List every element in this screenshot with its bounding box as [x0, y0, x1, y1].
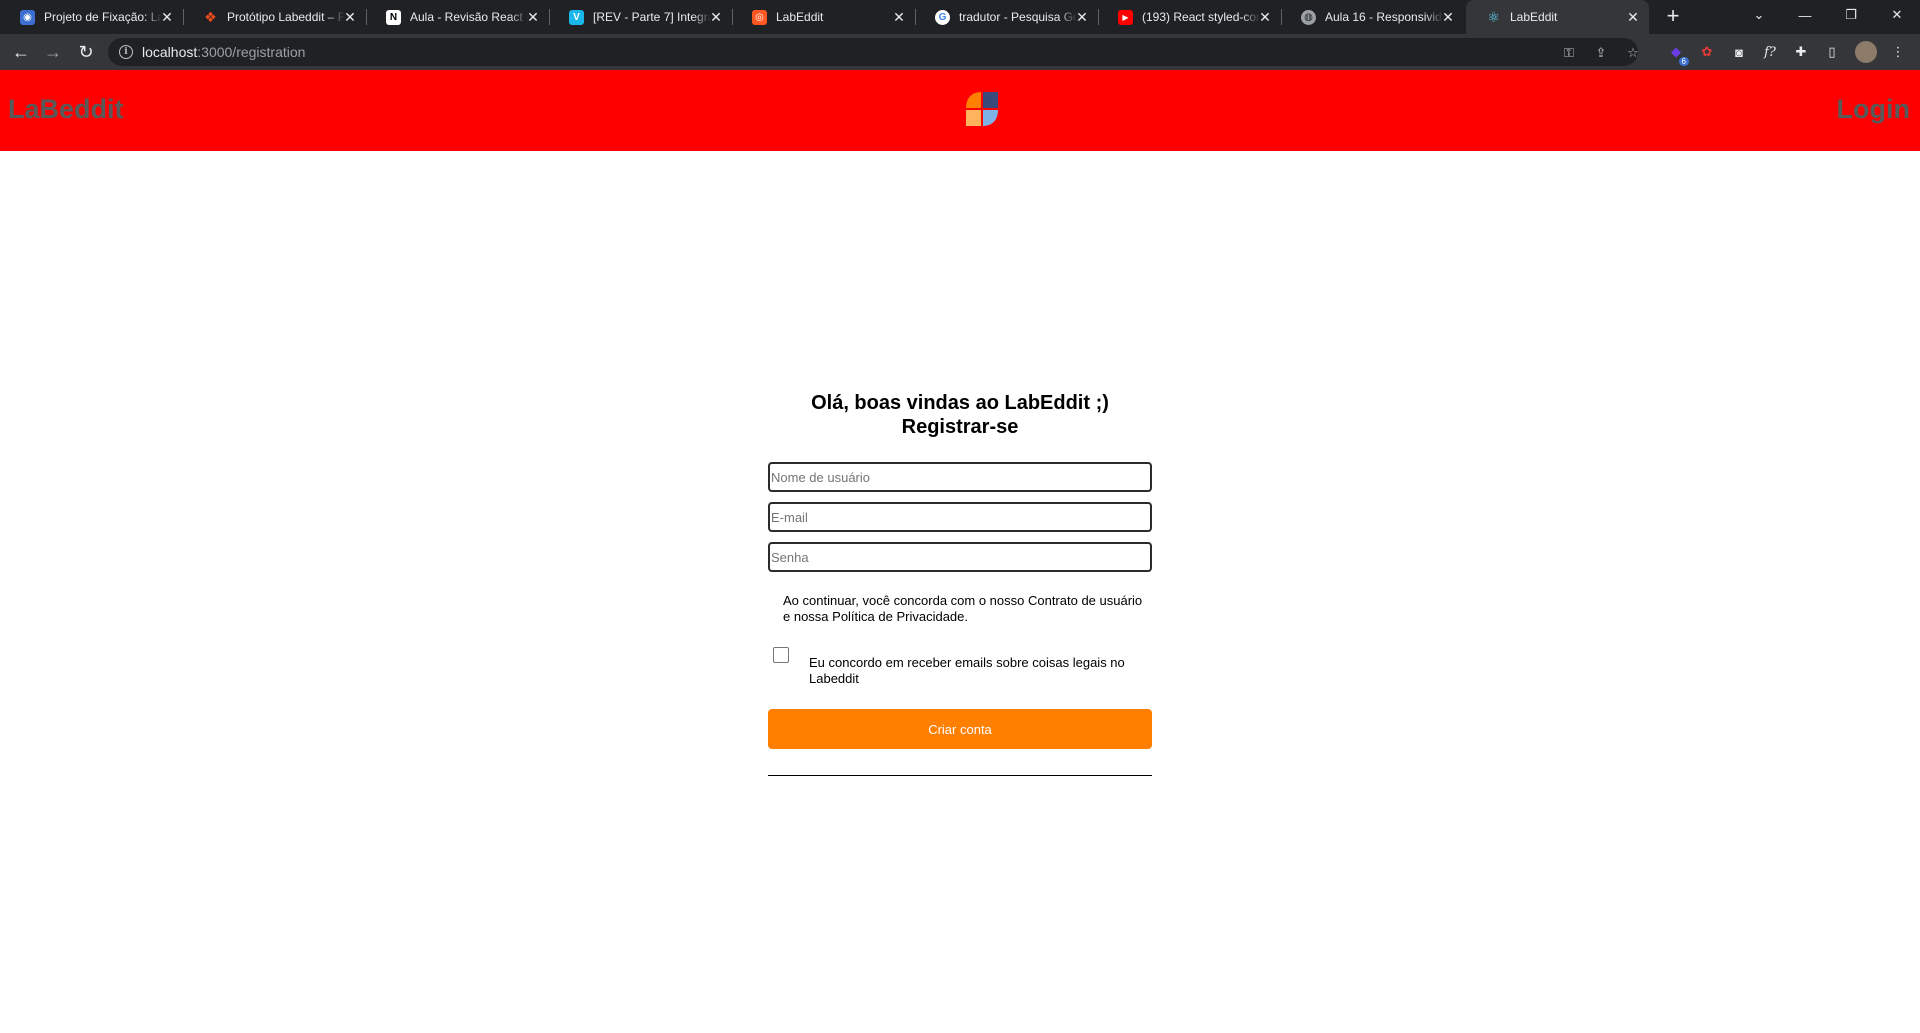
vimeo-icon: V	[569, 9, 584, 25]
share-icon[interactable]: ⇪	[1592, 44, 1610, 62]
password-input[interactable]	[768, 542, 1152, 572]
tab-title: Projeto de Fixação: LabEddit	[44, 10, 162, 24]
close-icon[interactable]: ✕	[342, 9, 358, 25]
labeddit-icon: ◎	[752, 9, 767, 25]
forward-icon[interactable]: →	[41, 40, 65, 64]
minimize-icon[interactable]: —	[1782, 0, 1828, 30]
tab-search-icon[interactable]: ⌄	[1736, 0, 1782, 30]
camera-icon[interactable]: ◙	[1729, 42, 1749, 62]
create-account-button[interactable]: Criar conta	[768, 709, 1152, 749]
close-icon[interactable]: ✕	[525, 9, 541, 25]
divider	[768, 775, 1152, 776]
globe-icon: ◍	[1301, 9, 1316, 25]
browser-tab[interactable]: ◉ Projeto de Fixação: LabEddit ✕	[0, 0, 184, 34]
browser-tab[interactable]: ❖ Protótipo Labeddit – Figma ✕	[183, 0, 367, 34]
register-heading: Registrar-se	[901, 416, 1019, 438]
page-content: LaBeddit Login Olá, boas vindas ao LabEd…	[0, 70, 1920, 1033]
close-icon[interactable]: ✕	[891, 9, 907, 25]
extension-badge: 6	[1678, 57, 1689, 66]
newsletter-checkbox[interactable]	[773, 647, 789, 663]
url-path: :3000/registration	[197, 44, 306, 60]
tab-title: LabEddit	[1510, 10, 1558, 24]
close-icon[interactable]: ✕	[1440, 9, 1456, 25]
browser-toolbar: ← → ↻ i localhost:3000/registration ⚿ ⇪ …	[0, 34, 1920, 70]
notion-icon: N	[386, 9, 401, 25]
browser-tab[interactable]: G tradutor - Pesquisa Google ✕	[915, 0, 1099, 34]
new-tab-button[interactable]: +	[1662, 5, 1684, 28]
newsletter-label[interactable]: Eu concordo em receber emails sobre cois…	[809, 655, 1144, 687]
browser-tab[interactable]: ◍ Aula 16 - Responsividade ✕	[1281, 0, 1464, 34]
site-header: LaBeddit Login	[0, 70, 1920, 151]
url-host: localhost	[142, 44, 198, 60]
restore-icon[interactable]: ❐	[1828, 0, 1874, 30]
back-icon[interactable]: ←	[9, 40, 33, 64]
font-finder-icon[interactable]: f?	[1760, 42, 1780, 62]
close-icon[interactable]: ✕	[1625, 9, 1641, 25]
puzzle-icon[interactable]: ✚	[1791, 42, 1811, 62]
tab-title: Aula - Revisão React II	[410, 10, 528, 24]
labenu-icon: ◉	[20, 9, 35, 25]
browser-tab[interactable]: N Aula - Revisão React II ✕	[366, 0, 550, 34]
browser-tab[interactable]: ◎ LabEddit ✕	[732, 0, 916, 34]
color-picker-icon[interactable]: ✿	[1697, 42, 1717, 62]
address-bar[interactable]: i localhost:3000/registration ⚿ ⇪ ☆	[108, 38, 1639, 66]
tab-title: tradutor - Pesquisa Google	[959, 10, 1077, 24]
close-icon[interactable]: ✕	[708, 9, 724, 25]
browser-tab[interactable]: V [REV - Parte 7] Integração ✕	[549, 0, 733, 34]
tab-title: Aula 16 - Responsividade	[1325, 10, 1443, 24]
welcome-heading: Olá, boas vindas ao LabEddit ;)	[811, 392, 1109, 414]
site-info-icon[interactable]: i	[119, 45, 133, 59]
tab-title: LabEddit	[776, 10, 824, 24]
extension-icon[interactable]: ◆ 6	[1666, 42, 1689, 66]
close-icon[interactable]: ✕	[159, 9, 175, 25]
terms-text: Ao continuar, você concorda com o nosso …	[783, 593, 1143, 624]
side-panel-icon[interactable]: ▯	[1822, 42, 1842, 62]
figma-icon: ❖	[204, 8, 217, 25]
brand-title[interactable]: LaBeddit	[8, 94, 124, 125]
window-close-icon[interactable]: ✕	[1874, 0, 1920, 30]
browser-tab[interactable]: ▶ (193) React styled-components ✕	[1098, 0, 1282, 34]
react-icon: ⚛	[1487, 8, 1500, 25]
tab-title: Protótipo Labeddit – Figma	[227, 10, 345, 24]
key-icon[interactable]: ⚿	[1560, 44, 1578, 62]
close-icon[interactable]: ✕	[1074, 9, 1090, 25]
menu-kebab-icon[interactable]: ⋮	[1888, 42, 1908, 62]
tab-title: (193) React styled-components	[1142, 10, 1260, 24]
form-title: Olá, boas vindas ao LabEddit ;) Registra…	[768, 391, 1152, 439]
youtube-icon: ▶	[1118, 9, 1133, 25]
tab-title: [REV - Parte 7] Integração	[593, 10, 711, 24]
bookmark-star-icon[interactable]: ☆	[1624, 44, 1642, 62]
username-input[interactable]	[768, 462, 1152, 492]
labeddit-logo	[966, 92, 998, 126]
browser-tab-active[interactable]: ⚛ LabEddit ✕	[1466, 0, 1649, 34]
google-icon: G	[935, 9, 950, 25]
close-icon[interactable]: ✕	[1257, 9, 1273, 25]
email-input[interactable]	[768, 502, 1152, 532]
login-link[interactable]: Login	[1837, 94, 1910, 125]
browser-tab-strip: ◉ Projeto de Fixação: LabEddit ✕ ❖ Protó…	[0, 0, 1920, 34]
reload-icon[interactable]: ↻	[74, 40, 98, 64]
avatar[interactable]	[1855, 41, 1877, 63]
